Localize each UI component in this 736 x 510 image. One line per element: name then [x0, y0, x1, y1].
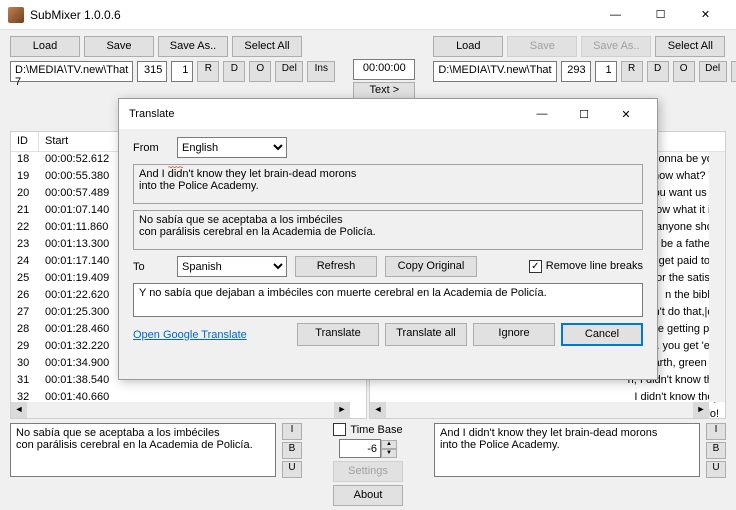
dialog-close-button[interactable]: ✕: [605, 100, 647, 128]
right-format-buttons: I B U: [706, 423, 726, 478]
timebase-checkbox[interactable]: Time Base: [333, 423, 402, 436]
left-count-input[interactable]: 315: [137, 61, 167, 82]
from-label: From: [133, 142, 169, 154]
center-controls: Time Base ▲▼ Settings About: [308, 423, 428, 506]
translate-button[interactable]: Translate: [297, 323, 379, 346]
dialog-minimize-button[interactable]: —: [521, 100, 563, 128]
right-o-button[interactable]: O: [673, 61, 695, 82]
left-bold-button[interactable]: B: [282, 442, 302, 459]
window-title: SubMixer 1.0.0.6: [30, 8, 593, 22]
left-index-input[interactable]: 1: [171, 61, 193, 82]
right-d-button[interactable]: D: [647, 61, 669, 82]
left-italic-button[interactable]: I: [282, 423, 302, 440]
left-save-button[interactable]: Save: [84, 36, 154, 57]
right-selectall-button[interactable]: Select All: [655, 36, 725, 57]
minimize-button[interactable]: —: [593, 0, 638, 30]
result-text-input[interactable]: Y no sabía que dejaban a imbéciles con m…: [133, 283, 643, 317]
app-icon: [8, 7, 24, 23]
maximize-button[interactable]: ☐: [638, 0, 683, 30]
right-save-button: Save: [507, 36, 577, 57]
right-scroll-y[interactable]: [709, 152, 725, 402]
right-ins-button[interactable]: Ins: [731, 61, 736, 82]
open-google-link[interactable]: Open Google Translate: [133, 329, 247, 341]
to-language-select[interactable]: Spanish: [177, 256, 287, 277]
dialog-title: Translate: [129, 108, 174, 120]
left-load-button[interactable]: Load: [10, 36, 80, 57]
right-bold-button[interactable]: B: [706, 442, 726, 459]
spin-up-icon[interactable]: ▲: [381, 440, 397, 449]
bottom-editors: No sabía que se aceptaba a los imbéciles…: [0, 419, 736, 510]
reference-text-display: No sabía que se aceptaba a los imbéciles…: [133, 210, 643, 250]
source-text-display: And I didn't~~~~ know they let brain-dea…: [133, 164, 643, 204]
right-load-button[interactable]: Load: [433, 36, 503, 57]
right-r-button[interactable]: R: [621, 61, 643, 82]
col-id[interactable]: ID: [11, 132, 39, 151]
col-start[interactable]: Start: [39, 132, 125, 151]
remove-breaks-checkbox[interactable]: ✓Remove line breaks: [529, 260, 643, 273]
right-italic-button[interactable]: I: [706, 423, 726, 440]
refresh-button[interactable]: Refresh: [295, 256, 377, 277]
dialog-maximize-button[interactable]: ☐: [563, 100, 605, 128]
translate-dialog: Translate — ☐ ✕ From English And I didn'…: [118, 98, 658, 380]
left-d-button[interactable]: D: [223, 61, 245, 82]
left-editor[interactable]: No sabía que se aceptaba a los imbéciles…: [10, 423, 276, 477]
right-index-input[interactable]: 1: [595, 61, 617, 82]
titlebar: SubMixer 1.0.0.6 — ☐ ✕: [0, 0, 736, 30]
left-format-buttons: I B U: [282, 423, 302, 478]
right-saveas-button: Save As..: [581, 36, 651, 57]
left-scroll-x[interactable]: ◄►: [11, 402, 350, 418]
left-ins-button[interactable]: Ins: [307, 61, 335, 82]
translate-all-button[interactable]: Translate all: [385, 323, 467, 346]
time-display[interactable]: 00:00:00: [353, 59, 415, 80]
left-selectall-button[interactable]: Select All: [232, 36, 302, 57]
right-underline-button[interactable]: U: [706, 461, 726, 478]
copy-original-button[interactable]: Copy Original: [385, 256, 477, 277]
left-underline-button[interactable]: U: [282, 461, 302, 478]
left-o-button[interactable]: O: [249, 61, 271, 82]
offset-spinner[interactable]: ▲▼: [339, 439, 397, 458]
spin-down-icon[interactable]: ▼: [381, 449, 397, 458]
right-del-button[interactable]: Del: [699, 61, 727, 82]
about-button[interactable]: About: [333, 485, 403, 506]
settings-button: Settings: [333, 461, 403, 482]
offset-input[interactable]: [339, 439, 381, 458]
timebase-label: Time Base: [350, 424, 402, 436]
right-count-input[interactable]: 293: [561, 61, 591, 82]
dialog-titlebar: Translate — ☐ ✕: [119, 99, 657, 129]
left-r-button[interactable]: R: [197, 61, 219, 82]
from-language-select[interactable]: English: [177, 137, 287, 158]
left-saveas-button[interactable]: Save As..: [158, 36, 228, 57]
ignore-button[interactable]: Ignore: [473, 323, 555, 346]
close-button[interactable]: ✕: [683, 0, 728, 30]
right-editor[interactable]: And I didn't know they let brain-dead mo…: [434, 423, 700, 477]
left-del-button[interactable]: Del: [275, 61, 303, 82]
left-path-input[interactable]: D:\MEDIA\TV.new\That 7: [10, 61, 133, 82]
cancel-button[interactable]: Cancel: [561, 323, 643, 346]
right-path-input[interactable]: D:\MEDIA\TV.new\That: [433, 61, 556, 82]
right-scroll-x[interactable]: ◄►: [370, 402, 709, 418]
to-label: To: [133, 261, 169, 273]
